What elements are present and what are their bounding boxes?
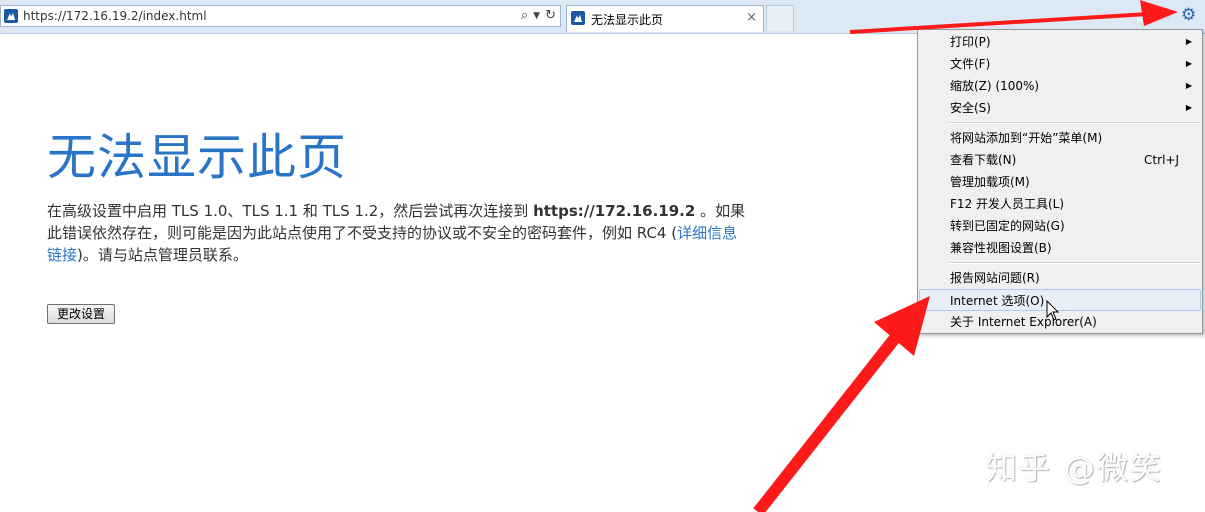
arrow-to-internet-options-icon bbox=[753, 296, 930, 512]
watermark-text: 知乎 @微笑 bbox=[986, 451, 1163, 487]
arrow-to-gear-icon bbox=[849, 0, 1178, 34]
annotation-arrows bbox=[753, 0, 1178, 512]
